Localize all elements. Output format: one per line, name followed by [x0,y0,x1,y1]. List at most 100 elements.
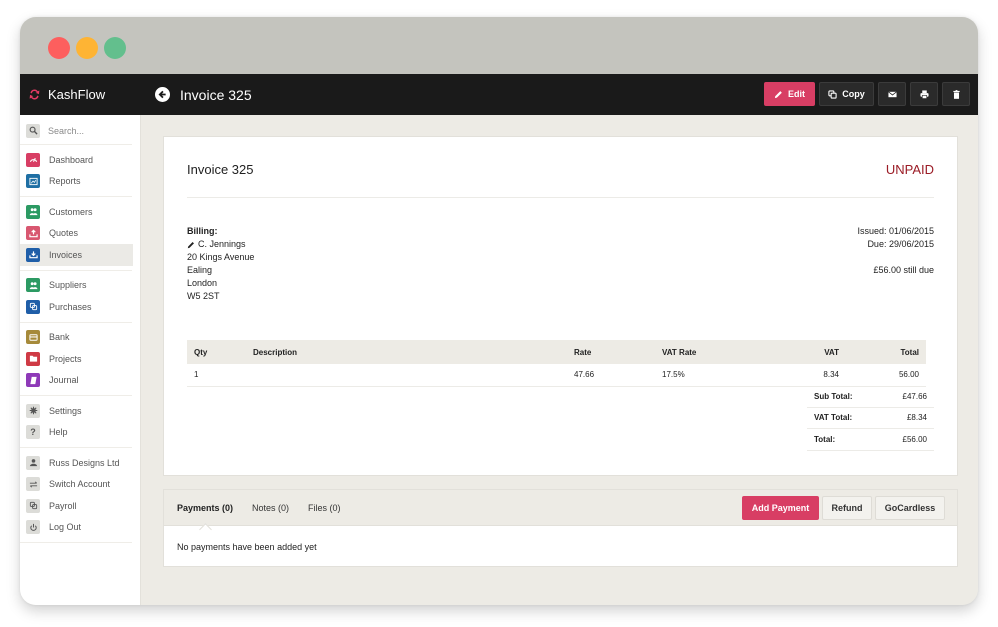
sidebar-item-label: Suppliers [49,280,87,291]
sidebar-item-invoices[interactable]: Invoices [20,244,133,266]
kashflow-logo-icon [29,89,40,100]
close-window-button[interactable] [48,37,70,59]
amount-still-due: £56.00 still due [873,265,934,275]
sidebar-group-accounts: Bank Projects Journal [20,323,132,396]
print-button[interactable] [910,82,938,106]
sidebar-item-log-out[interactable]: Log Out [20,517,132,539]
sidebar-item-label: Settings [49,405,82,416]
sidebar-item-label: Dashboard [49,154,94,165]
sidebar-group-purchasing: Suppliers Purchases [20,271,132,323]
address-line: Ealing [187,265,213,275]
customer-name-link[interactable]: C. Jennings [187,238,254,251]
question-icon: ? [26,425,40,440]
sidebar-search[interactable]: Search... [20,115,132,145]
sidebar-item-suppliers[interactable]: Suppliers [20,275,132,297]
delete-button[interactable] [942,82,970,106]
divider [187,197,934,198]
column-header-vat-rate: VAT Rate [655,340,771,364]
grand-total-row: Total: £56.00 [807,429,934,451]
invoice-actions: Edit Copy [764,82,970,106]
app-header: KashFlow Invoice 325 Edit Copy [20,74,978,115]
purchases-icon [26,299,40,314]
sidebar-item-label: Help [49,427,68,438]
address-line: W5 2ST [187,291,220,301]
column-header-description: Description [246,340,567,364]
sidebar-item-label: Reports [49,176,81,187]
gocardless-button[interactable]: GoCardless [875,496,945,520]
vat-total-label: VAT Total: [814,413,853,423]
window-titlebar [20,17,978,74]
sidebar-item-customers[interactable]: Customers [20,201,132,223]
tab-notes[interactable]: Notes (0) [252,503,289,513]
tab-payments[interactable]: Payments (0) [177,503,233,513]
add-payment-button[interactable]: Add Payment [742,496,819,520]
power-icon [26,520,40,535]
copy-label: Copy [842,89,865,99]
tab-files[interactable]: Files (0) [308,503,341,513]
sidebar-group-sales: Customers Quotes Invoices [20,197,133,271]
main-content: Invoice 325 UNPAID Billing: C. Jennings … [142,115,978,605]
cell-qty: 1 [187,364,246,387]
brand-name: KashFlow [48,87,106,102]
invoice-title: Invoice 325 [187,162,254,177]
sidebar-item-company[interactable]: Russ Designs Ltd [20,452,132,474]
gear-icon [26,403,40,418]
maximize-window-button[interactable] [104,37,126,59]
sidebar-item-purchases[interactable]: Purchases [20,296,132,318]
edit-label: Edit [788,89,805,99]
sidebar-item-journal[interactable]: Journal [20,370,132,392]
chart-icon [26,174,40,189]
payroll-icon [26,498,40,513]
minimize-window-button[interactable] [76,37,98,59]
panel-header: Payments (0) Notes (0) Files (0) Add Pay… [164,490,957,526]
sidebar-group-overview: Dashboard Reports [20,145,132,197]
grand-total-label: Total: [814,434,836,444]
cell-vat-rate: 17.5% [655,364,771,387]
subtotal-label: Sub Total: [814,391,853,401]
sidebar-item-settings[interactable]: Settings [20,400,132,422]
refund-button[interactable]: Refund [822,496,872,520]
sidebar-item-payroll[interactable]: Payroll [20,495,132,517]
sidebar-item-bank[interactable]: Bank [20,327,132,349]
search-input[interactable]: Search... [48,126,84,136]
column-header-qty: Qty [187,340,246,364]
table-header-row: Qty Description Rate VAT Rate VAT Total [187,340,926,364]
subtotal-row: Sub Total: £47.66 [807,386,934,408]
pencil-icon [187,241,194,248]
sidebar-item-label: Customers [49,206,93,217]
sidebar-item-reports[interactable]: Reports [20,171,132,193]
invoice-dates: Issued: 01/06/2015 Due: 29/06/2015 £56.0… [857,225,934,277]
sidebar-item-label: Log Out [49,522,82,533]
sidebar-item-quotes[interactable]: Quotes [20,223,132,245]
brand[interactable]: KashFlow [28,74,105,115]
sidebar-item-label: Projects [49,353,82,364]
back-button[interactable]: Invoice 325 [155,74,252,115]
column-header-rate: Rate [567,340,655,364]
sidebar: Search... Dashboard Reports Customers Qu… [20,115,141,605]
sidebar-item-projects[interactable]: Projects [20,348,132,370]
status-badge: UNPAID [885,162,934,177]
cell-rate: 47.66 [567,364,655,387]
sidebar-item-label: Invoices [49,249,83,260]
table-row: 1 47.66 17.5% 8.34 56.00 [187,364,926,387]
customer-name: C. Jennings [198,239,246,249]
email-button[interactable] [878,82,906,106]
due-date: Due: 29/06/2015 [867,239,934,249]
invoice-card: Invoice 325 UNPAID Billing: C. Jennings … [163,136,958,476]
sidebar-item-dashboard[interactable]: Dashboard [20,149,132,171]
sidebar-group-system: Settings ? Help [20,396,132,448]
column-header-vat: VAT [771,340,846,364]
issued-date: Issued: 01/06/2015 [857,226,934,236]
upload-tray-icon [26,226,40,241]
copy-button[interactable]: Copy [819,82,874,106]
user-icon [26,455,40,470]
switch-icon [26,477,40,492]
sidebar-item-label: Purchases [49,301,92,312]
column-header-total: Total [846,340,926,364]
edit-button[interactable]: Edit [764,82,815,106]
invoice-totals: Sub Total: £47.66 VAT Total: £8.34 Total… [807,386,934,451]
sidebar-item-switch-account[interactable]: Switch Account [20,474,132,496]
payments-panel: Payments (0) Notes (0) Files (0) Add Pay… [163,489,958,567]
arrow-left-circle-icon [155,87,170,102]
sidebar-item-help[interactable]: ? Help [20,422,132,444]
